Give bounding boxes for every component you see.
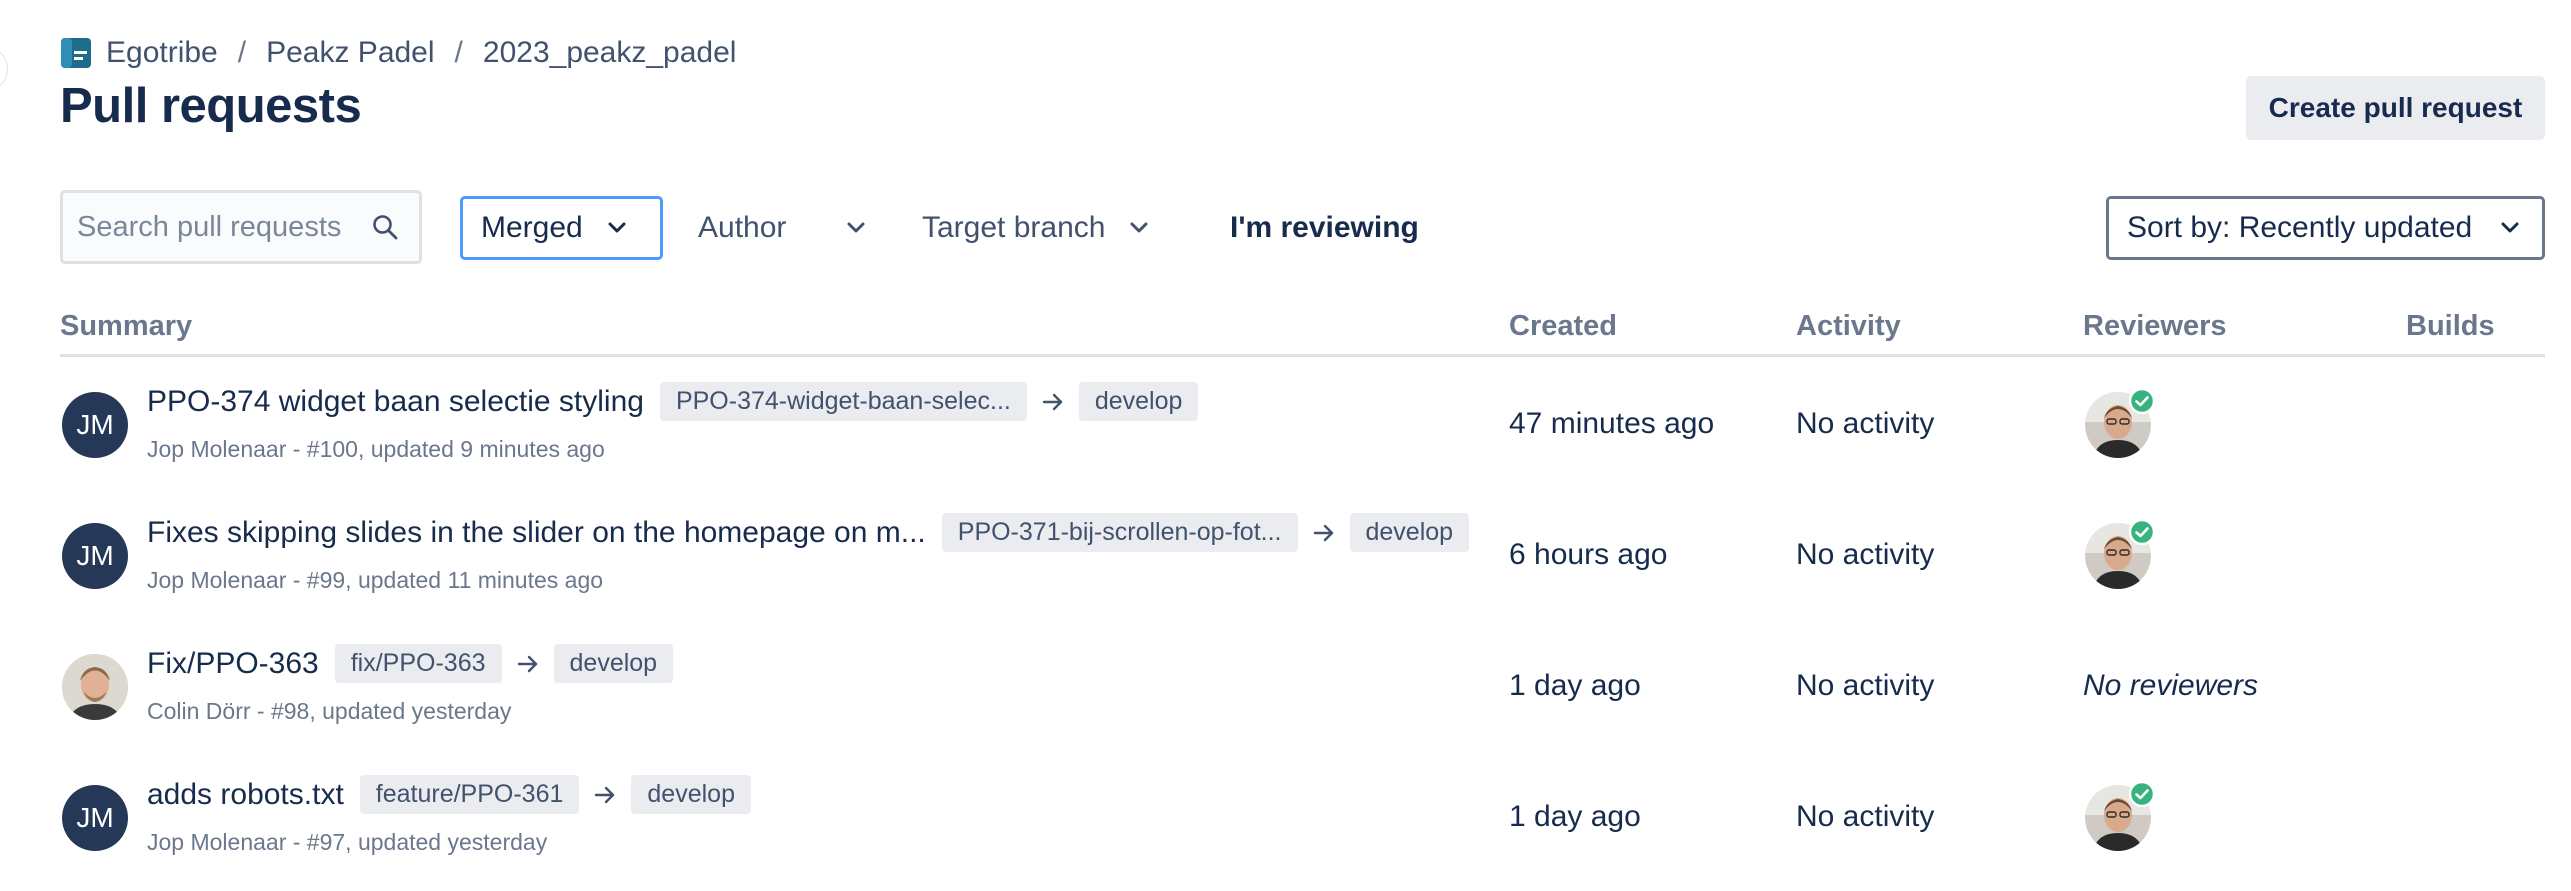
table-row[interactable]: JM PPO-374 widget baan selectie styling … xyxy=(0,360,2571,490)
arrow-right-icon xyxy=(1312,523,1336,543)
author-filter-dropdown[interactable]: Author xyxy=(698,196,866,260)
pr-title-link[interactable]: adds robots.txt xyxy=(147,778,344,812)
reviewer-avatar[interactable] xyxy=(2085,387,2156,458)
activity-status: No activity xyxy=(1796,407,1935,440)
no-reviewers-text: No reviewers xyxy=(2083,669,2259,702)
reviewer-avatar[interactable] xyxy=(2085,780,2156,851)
pr-title-link[interactable]: PPO-374 widget baan selectie styling xyxy=(147,385,644,419)
check-circle-icon xyxy=(2128,387,2156,415)
state-filter-label: Merged xyxy=(481,211,583,244)
created-time: 47 minutes ago xyxy=(1509,407,1715,440)
chevron-down-icon xyxy=(1129,221,1149,235)
state-filter-dropdown[interactable]: Merged xyxy=(460,196,663,260)
target-branch-chip[interactable]: develop xyxy=(1349,513,1470,552)
search-field[interactable] xyxy=(60,190,422,264)
target-branch-chip[interactable]: develop xyxy=(553,644,674,683)
created-time: 1 day ago xyxy=(1509,800,1641,833)
table-header-divider xyxy=(60,354,2545,357)
repository-icon xyxy=(60,37,92,69)
pr-title-link[interactable]: Fixes skipping slides in the slider on t… xyxy=(147,516,926,550)
column-header-reviewers: Reviewers xyxy=(2083,310,2227,342)
check-circle-icon xyxy=(2128,518,2156,546)
table-row[interactable]: JM Fixes skipping slides in the slider o… xyxy=(0,491,2571,621)
activity-status: No activity xyxy=(1796,669,1935,702)
created-time: 6 hours ago xyxy=(1509,538,1668,571)
author-initials: JM xyxy=(76,540,114,571)
im-reviewing-toggle[interactable]: I'm reviewing xyxy=(1230,196,1419,260)
sort-dropdown[interactable]: Sort by: Recently updated xyxy=(2106,196,2545,260)
search-icon[interactable] xyxy=(371,210,405,244)
activity-status: No activity xyxy=(1796,538,1935,571)
column-header-summary: Summary xyxy=(60,310,193,342)
table-row[interactable]: Fix/PPO-363 fix/PPO-363 develop Colin Dö… xyxy=(0,622,2571,752)
breadcrumb-workspace[interactable]: Egotribe xyxy=(106,36,218,70)
arrow-right-icon xyxy=(516,654,540,674)
pr-meta: Colin Dörr - #98, updated yesterday xyxy=(147,698,512,724)
target-branch-chip[interactable]: develop xyxy=(631,775,751,814)
arrow-right-icon xyxy=(1041,392,1065,412)
create-pull-request-button[interactable]: Create pull request xyxy=(2246,76,2545,140)
column-header-builds: Builds xyxy=(2406,310,2495,342)
source-branch-chip[interactable]: PPO-371-bij-scrollen-op-fot... xyxy=(941,513,1298,552)
search-input[interactable] xyxy=(63,209,371,245)
pull-requests-page: Egotribe / Peakz Padel / 2023_peakz_pade… xyxy=(0,0,2571,891)
column-header-activity: Activity xyxy=(1796,310,1901,342)
breadcrumb: Egotribe / Peakz Padel / 2023_peakz_pade… xyxy=(60,30,736,76)
target-branch-filter-label: Target branch xyxy=(922,211,1106,244)
pr-title-line: PPO-374 widget baan selectie styling PPO… xyxy=(147,382,1199,421)
author-filter-label: Author xyxy=(698,211,787,244)
chevron-down-icon xyxy=(846,221,866,235)
breadcrumb-separator: / xyxy=(454,36,463,69)
author-initials: JM xyxy=(76,802,114,833)
pr-title-line: Fixes skipping slides in the slider on t… xyxy=(147,513,1470,552)
pr-title-line: Fix/PPO-363 fix/PPO-363 develop xyxy=(147,644,674,683)
author-initials: JM xyxy=(76,409,114,440)
author-avatar[interactable] xyxy=(62,654,128,720)
source-branch-chip[interactable]: fix/PPO-363 xyxy=(334,644,502,683)
created-time: 1 day ago xyxy=(1509,669,1641,702)
pr-meta: Jop Molenaar - #99, updated 11 minutes a… xyxy=(147,567,604,593)
page-title: Pull requests xyxy=(60,79,362,133)
pr-title-link[interactable]: Fix/PPO-363 xyxy=(147,647,319,681)
breadcrumb-separator: / xyxy=(237,36,247,69)
check-circle-icon xyxy=(2128,780,2156,808)
pr-title-line: adds robots.txt feature/PPO-361 develop xyxy=(147,775,751,814)
activity-status: No activity xyxy=(1796,800,1935,833)
arrow-right-icon xyxy=(593,785,617,805)
author-avatar[interactable]: JM xyxy=(62,785,128,851)
source-branch-chip[interactable]: feature/PPO-361 xyxy=(359,775,580,814)
breadcrumb-repository[interactable]: 2023_peakz_padel xyxy=(483,36,737,70)
reviewer-avatar[interactable] xyxy=(2085,518,2156,589)
column-header-created[interactable]: Created xyxy=(1509,310,1617,343)
chevron-down-icon xyxy=(2500,221,2520,235)
target-branch-chip[interactable]: develop xyxy=(1078,382,1199,421)
sort-label: Sort by: Recently updated xyxy=(2127,211,2473,244)
target-branch-filter-dropdown[interactable]: Target branch xyxy=(922,196,1149,260)
pr-meta: Jop Molenaar - #100, updated 9 minutes a… xyxy=(147,436,605,462)
table-row[interactable]: JM adds robots.txt feature/PPO-361 devel… xyxy=(0,753,2571,883)
breadcrumb-project[interactable]: Peakz Padel xyxy=(266,36,434,70)
sidebar-collapse-handle[interactable] xyxy=(0,50,8,88)
pr-meta: Jop Molenaar - #97, updated yesterday xyxy=(147,829,548,855)
chevron-down-icon xyxy=(607,221,627,235)
author-avatar[interactable]: JM xyxy=(62,392,128,458)
author-avatar[interactable]: JM xyxy=(62,523,128,589)
source-branch-chip[interactable]: PPO-374-widget-baan-selec... xyxy=(659,382,1027,421)
